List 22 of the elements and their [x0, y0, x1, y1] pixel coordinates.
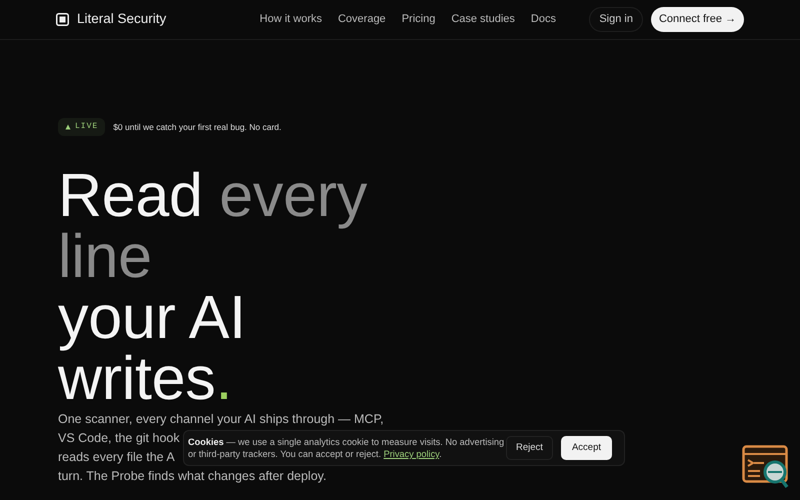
- intro-text: VS Code, the git hook: [58, 430, 180, 447]
- intro-text: reads every file the A: [58, 449, 175, 466]
- triangle-icon: [65, 124, 71, 130]
- nav-link[interactable]: How it works: [260, 11, 322, 28]
- headline-line: line: [58, 221, 152, 286]
- nav-link[interactable]: Case studies: [451, 11, 515, 28]
- brand-name[interactable]: Literal Security: [77, 9, 166, 30]
- cookie-text: Cookies — we use a single analytics cookie to measure visits. No advertising or third-party trackers. You can accept or reject. Privacy policy.: [188, 436, 506, 460]
- reject-button[interactable]: Reject: [506, 436, 553, 460]
- live-badge: LIVE: [58, 118, 106, 136]
- intro-text: One scanner, every channel your AI ships through — MCP,: [58, 411, 384, 428]
- sign-in-button[interactable]: Sign in: [589, 7, 643, 32]
- logo-icon: [56, 13, 69, 26]
- accept-button[interactable]: Accept: [560, 436, 612, 460]
- connect-button[interactable]: Connect free →: [650, 7, 744, 32]
- intro-text: turn. The Probe finds what changes after deploy.: [58, 468, 326, 485]
- privacy-link[interactable]: Privacy policy: [384, 449, 440, 459]
- badge-text: $0 until we catch your first real bug. No card.: [113, 120, 282, 134]
- nav-link[interactable]: Pricing: [402, 11, 436, 28]
- scanner-icon[interactable]: [742, 445, 790, 491]
- nav-link[interactable]: Coverage: [338, 11, 386, 28]
- nav-link[interactable]: Docs: [530, 11, 556, 28]
